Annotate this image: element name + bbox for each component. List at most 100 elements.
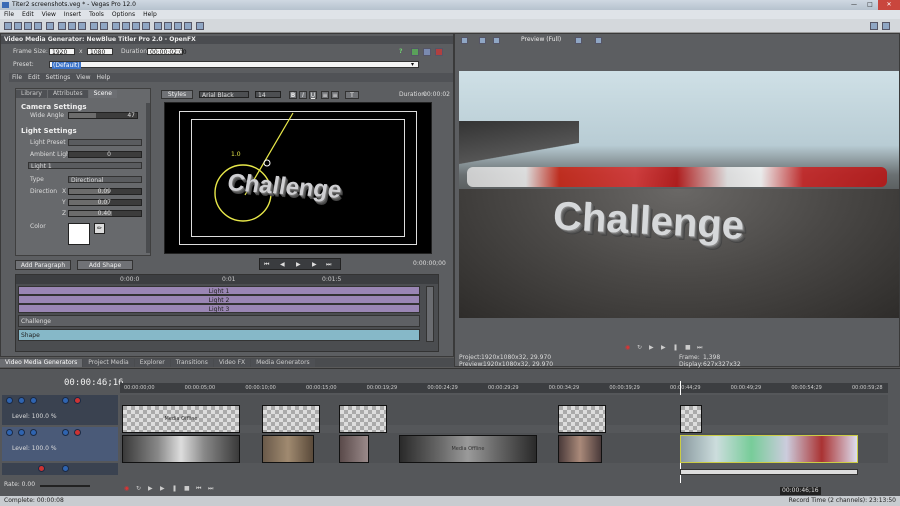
envelope-tool-icon[interactable] (122, 22, 130, 30)
track-solo-icon[interactable] (74, 397, 81, 404)
tab-video-media-generators[interactable]: Video Media Generators (0, 359, 83, 367)
titler-timeline-scrollbar[interactable] (426, 286, 434, 342)
normal-edit-tool-icon[interactable] (112, 22, 120, 30)
redo-icon[interactable] (100, 22, 108, 30)
titler-track-light-1[interactable]: Light 1 (18, 286, 420, 295)
frame-width-input[interactable]: 1920 (49, 48, 75, 56)
styles-button[interactable]: Styles (161, 90, 193, 99)
ignore-grouping-icon[interactable] (184, 22, 192, 30)
direction-z-slider[interactable]: 0.40 (68, 210, 142, 217)
track-expand-icon[interactable] (6, 429, 13, 436)
titler-track-shape[interactable]: Shape (18, 329, 420, 341)
layout-icon[interactable] (870, 22, 878, 30)
track-motion-icon[interactable] (18, 429, 25, 436)
maximize-icon[interactable]: □ (862, 0, 878, 10)
preview-split-screen-icon[interactable] (493, 37, 500, 44)
track-level-1[interactable]: Level: 100.0 % (12, 413, 57, 421)
step-back-icon[interactable]: ◀ (280, 261, 285, 268)
delete-preset-icon[interactable] (435, 48, 443, 56)
go-to-start-icon[interactable]: ⏮ (264, 261, 269, 269)
close-icon[interactable]: ✕ (878, 0, 900, 10)
timeline-timecode[interactable]: 00:00:46;16 (64, 378, 124, 388)
track-solo-icon[interactable] (74, 429, 81, 436)
selection-tool-icon[interactable] (132, 22, 140, 30)
track-fx-icon[interactable] (30, 397, 37, 404)
timeline-clip[interactable] (339, 405, 387, 433)
timeline-clip[interactable] (122, 435, 240, 463)
italic-button[interactable]: I (299, 91, 307, 99)
light-preset-dropdown[interactable] (68, 139, 142, 146)
rate-slider[interactable] (40, 485, 90, 487)
color-swatch[interactable] (68, 223, 90, 245)
track-level-2[interactable]: Level: 100.0 % (12, 445, 57, 453)
play-from-start-icon[interactable]: ▶ (148, 485, 153, 492)
preview-overlays-icon[interactable] (575, 37, 582, 44)
bold-button[interactable]: B (289, 91, 297, 99)
tab-transitions[interactable]: Transitions (170, 359, 213, 367)
timeline-clip[interactable] (262, 435, 314, 463)
track-expand-icon[interactable] (6, 397, 13, 404)
record-icon[interactable]: ◉ (124, 485, 129, 492)
track-motion-icon[interactable] (18, 397, 25, 404)
stop-icon[interactable]: ■ (184, 485, 190, 492)
timeline-clip[interactable] (262, 405, 320, 433)
link-icon[interactable] (411, 48, 419, 56)
preview-quality-dropdown[interactable]: Preview (Full) (521, 36, 561, 44)
font-dropdown[interactable]: Arial Black (199, 91, 249, 99)
help-icon[interactable]: ? (399, 48, 402, 55)
preset-chevron-down-icon[interactable]: ▾ (411, 61, 414, 68)
minimize-icon[interactable]: — (846, 0, 862, 10)
preview-external-monitor-icon[interactable] (479, 37, 486, 44)
cut-icon[interactable] (58, 22, 66, 30)
help-icon[interactable] (196, 22, 204, 30)
underline-button[interactable]: U (309, 91, 317, 99)
titler-track-challenge[interactable]: Challenge (18, 315, 420, 327)
preview-record-icon[interactable]: ◉ (625, 344, 630, 351)
timeline-clip[interactable] (680, 435, 858, 463)
copy-icon[interactable] (68, 22, 76, 30)
tab-library[interactable]: Library (16, 90, 47, 98)
go-to-start-icon[interactable]: ⏮ (196, 485, 201, 493)
titler-track-light-3[interactable]: Light 3 (18, 304, 420, 313)
step-forward-icon[interactable]: ▶ (312, 261, 317, 268)
duration-input[interactable]: 00:00:02;00 (147, 48, 187, 56)
frame-height-input[interactable]: 1080 (87, 48, 113, 56)
tab-video-fx[interactable]: Video FX (213, 359, 251, 367)
titler-track-light-2[interactable]: Light 2 (18, 295, 420, 304)
add-shape-button[interactable]: Add Shape (77, 260, 133, 270)
go-to-end-icon[interactable]: ⏭ (326, 261, 331, 269)
play-icon[interactable]: ▶ (296, 261, 301, 268)
menu-file[interactable]: File (0, 10, 18, 19)
timeline-clip[interactable] (558, 405, 606, 433)
font-size-dropdown[interactable]: 14 (255, 91, 281, 99)
titler-menu-file[interactable]: File (9, 74, 25, 81)
preset-dropdown[interactable]: (Default) (49, 61, 419, 69)
copy-snapshot-icon[interactable] (595, 37, 602, 44)
timeline-ruler[interactable]: 00:00:00;00 00:00:05;00 00:00:10;00 00:00:1… (120, 383, 888, 393)
save-icon[interactable] (24, 22, 32, 30)
menu-options[interactable]: Options (108, 10, 139, 19)
timeline-clip[interactable] (339, 435, 369, 463)
properties-icon[interactable] (34, 22, 42, 30)
snap-icon[interactable] (154, 22, 162, 30)
preview-next-frame-icon[interactable]: ⏭ (697, 344, 702, 352)
inspector-scrollbar[interactable] (146, 103, 150, 253)
titler-canvas[interactable]: 1.0 Challenge (164, 102, 432, 254)
align-left-icon[interactable]: ≡ (321, 91, 329, 99)
loop-playback-icon[interactable]: ↻ (136, 485, 141, 492)
track-fx-icon[interactable] (30, 429, 37, 436)
menu-edit[interactable]: Edit (18, 10, 38, 19)
tab-media-generators[interactable]: Media Generators (251, 359, 315, 367)
align-center-icon[interactable]: ≡ (331, 91, 339, 99)
open-icon[interactable] (14, 22, 22, 30)
type-dropdown[interactable]: Directional (68, 176, 142, 184)
preview-pause-icon[interactable]: ❚ (673, 344, 678, 351)
text-settings-icon[interactable]: T (345, 91, 359, 99)
direction-y-slider[interactable]: 0.07 (68, 199, 142, 206)
menu-help[interactable]: Help (139, 10, 161, 19)
timeline-clip[interactable]: Media Offline (399, 435, 537, 463)
track-mute-icon[interactable] (62, 397, 69, 404)
track-record-icon[interactable] (38, 465, 45, 472)
ambient-light-slider[interactable]: 0 (68, 151, 142, 158)
titler-menu-help[interactable]: Help (94, 74, 114, 81)
